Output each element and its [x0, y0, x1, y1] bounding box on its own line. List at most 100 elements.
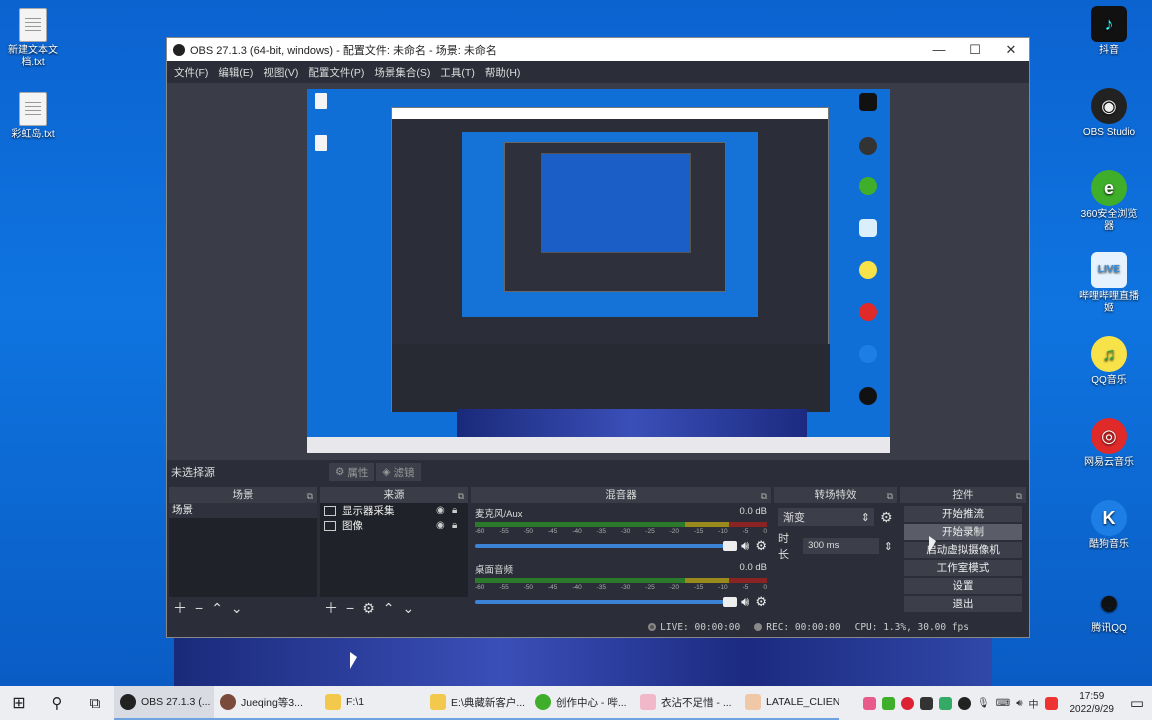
scenes-list: 场景 — [169, 503, 317, 597]
tray-app-icon[interactable] — [939, 696, 953, 710]
source-item[interactable]: 图像 ◉ 🔒︎ — [320, 518, 468, 533]
tray-app-icon[interactable] — [901, 696, 915, 710]
desktop-icon-bilibili-live[interactable]: LIVE 哔哩哔哩直播姬 — [1076, 252, 1142, 315]
lock-icon[interactable]: 🔒︎ — [452, 520, 468, 531]
float-dock-icon[interactable]: ⧉ — [1016, 488, 1022, 504]
volume-icon[interactable]: 🔊︎ — [1016, 698, 1022, 709]
desktop-icon-rainbow-txt[interactable]: 彩虹岛.txt — [0, 92, 66, 141]
qq-icon: ☻ — [1095, 587, 1123, 617]
text-file-icon — [19, 92, 47, 126]
menu-profile[interactable]: 配置文件(P) — [303, 65, 369, 80]
close-button[interactable]: ✕ — [993, 38, 1029, 61]
start-streaming-button[interactable]: 开始推流 — [904, 506, 1022, 522]
desktop-icon-qq-music[interactable]: ♫ QQ音乐 — [1076, 336, 1142, 387]
exit-button[interactable]: 退出 — [904, 596, 1022, 612]
move-down-button[interactable]: ⌄ — [402, 600, 414, 617]
browser-360-icon — [535, 694, 551, 710]
desktop-icon-qq[interactable]: ☻ 腾讯QQ — [1076, 584, 1142, 635]
duration-label: 时长 — [778, 533, 789, 561]
visibility-eye-icon[interactable]: ◉ — [436, 520, 452, 531]
studio-mode-button[interactable]: 工作室模式 — [904, 560, 1022, 576]
desktop-icon-netease-music[interactable]: ◎ 网易云音乐 — [1076, 418, 1142, 469]
float-dock-icon[interactable]: ⧉ — [458, 488, 464, 504]
taskbar-clock[interactable]: 17:59 2022/9/29 — [1062, 690, 1123, 716]
float-dock-icon[interactable]: ⧉ — [887, 488, 893, 504]
preview-canvas[interactable] — [307, 89, 890, 453]
volume-slider[interactable] — [475, 541, 738, 551]
gear-icon[interactable]: ⚙ — [880, 509, 893, 526]
tray-app-icon[interactable] — [920, 696, 934, 710]
minimize-button[interactable]: — — [921, 38, 957, 61]
input-language[interactable]: 中 — [1029, 696, 1039, 711]
float-dock-icon[interactable]: ⧉ — [307, 488, 313, 504]
start-windows-icon[interactable]: ⊞ — [0, 686, 38, 720]
menu-help[interactable]: 帮助(H) — [480, 65, 526, 80]
taskbar-app-jueqing[interactable]: Jueqing等3... — [214, 686, 319, 720]
taskbar-app-obs[interactable]: OBS 27.1.3 (... — [114, 686, 214, 720]
desktop-icon-label: OBS Studio — [1082, 127, 1136, 138]
desktop-icon-new-text-doc[interactable]: 新建文本文档.txt — [0, 8, 66, 69]
scene-item[interactable]: 场景 — [169, 503, 317, 518]
tray-app-icon[interactable] — [1044, 696, 1058, 710]
menu-file[interactable]: 文件(F) — [169, 65, 213, 80]
network-icon[interactable]: ⌨ — [996, 698, 1010, 709]
lock-icon[interactable]: 🔒︎ — [452, 505, 468, 516]
menu-scene-collection[interactable]: 场景集合(S) — [369, 65, 435, 80]
desktop-icon-douyin[interactable]: ♪ 抖音 — [1076, 6, 1142, 57]
source-item[interactable]: 显示器采集 ◉ 🔒︎ — [320, 503, 468, 518]
add-scene-button[interactable]: ＋ — [173, 598, 187, 618]
sources-list: 显示器采集 ◉ 🔒︎ 图像 ◉ 🔒︎ — [320, 503, 468, 597]
source-properties-gear-icon[interactable]: ⚙ — [362, 600, 375, 617]
menu-view[interactable]: 视图(V) — [258, 65, 303, 80]
start-recording-button[interactable]: 开始录制 — [904, 524, 1022, 540]
obs-titlebar[interactable]: OBS 27.1.3 (64-bit, windows) - 配置文件: 未命名… — [167, 38, 1029, 61]
add-source-button[interactable]: ＋ — [324, 598, 338, 618]
microphone-icon[interactable]: 🎙︎ — [977, 698, 990, 709]
tray-app-icon[interactable] — [958, 696, 972, 710]
tray-app-icon[interactable] — [863, 696, 877, 710]
taskbar-app-browser[interactable]: 创作中心 - 哔... — [529, 686, 634, 720]
notification-icon[interactable]: ▭ — [1122, 686, 1152, 720]
taskbar-app-folder-e[interactable]: E:\典藏新客户... — [424, 686, 529, 720]
volume-knob[interactable] — [723, 597, 738, 607]
gear-icon[interactable]: ⚙ — [755, 594, 767, 610]
menu-edit[interactable]: 编辑(E) — [213, 65, 258, 80]
transition-select[interactable]: 渐变 ⇕ — [778, 508, 874, 526]
move-down-button[interactable]: ⌄ — [231, 600, 243, 617]
taskbar-app-music[interactable]: 衣沾不足惜 - ... — [634, 686, 739, 720]
duration-input[interactable]: 300 ms — [803, 538, 879, 554]
spinner-icon[interactable]: ⇕ — [884, 540, 893, 553]
taskbar-app-latale[interactable]: LATALE_CLIEN — [739, 686, 839, 720]
rec-indicator-icon — [754, 623, 763, 631]
desktop-icon-kugou[interactable]: K 酷狗音乐 — [1076, 500, 1142, 551]
gear-icon: ⚙ — [335, 466, 345, 478]
obs-logo-icon — [173, 43, 185, 56]
bilibili-live-icon: LIVE — [1091, 252, 1127, 288]
desktop-icon-obs[interactable]: ◉ OBS Studio — [1076, 88, 1142, 139]
remove-source-button[interactable]: − — [346, 600, 354, 616]
task-view-icon[interactable]: ⧉ — [76, 686, 114, 720]
float-dock-icon[interactable]: ⧉ — [761, 488, 767, 504]
taskbar-app-folder-f[interactable]: F:\1 — [319, 686, 424, 720]
tray-app-icon[interactable] — [882, 696, 896, 710]
transitions-body: 渐变 ⇕ ⚙ 时长 300 ms ⇕ — [774, 503, 897, 619]
system-tray: 🎙︎ ⌨ 🔊︎ 中 — [863, 696, 1061, 711]
volume-slider[interactable] — [475, 597, 738, 607]
speaker-icon[interactable]: 🔊︎ — [741, 538, 749, 554]
maximize-button[interactable]: ☐ — [957, 38, 993, 61]
properties-button[interactable]: ⚙ 属性 — [329, 463, 375, 481]
search-icon[interactable]: ⚲ — [38, 686, 76, 720]
gear-icon[interactable]: ⚙ — [755, 538, 767, 554]
visibility-eye-icon[interactable]: ◉ — [436, 505, 452, 516]
desktop-icon-360-browser[interactable]: e 360安全浏览器 — [1076, 170, 1142, 233]
remove-scene-button[interactable]: − — [195, 600, 203, 616]
filters-button[interactable]: ◈ 滤镜 — [376, 463, 421, 481]
start-virtual-camera-button[interactable]: 启动虚拟摄像机 — [904, 542, 1022, 558]
speaker-icon[interactable]: 🔊︎ — [741, 594, 749, 610]
window-title: OBS 27.1.3 (64-bit, windows) - 配置文件: 未命名… — [190, 44, 497, 57]
move-up-button[interactable]: ⌃ — [211, 600, 223, 617]
volume-knob[interactable] — [723, 541, 738, 551]
move-up-button[interactable]: ⌃ — [383, 600, 395, 617]
settings-button[interactable]: 设置 — [904, 578, 1022, 594]
menu-tools[interactable]: 工具(T) — [435, 65, 479, 80]
